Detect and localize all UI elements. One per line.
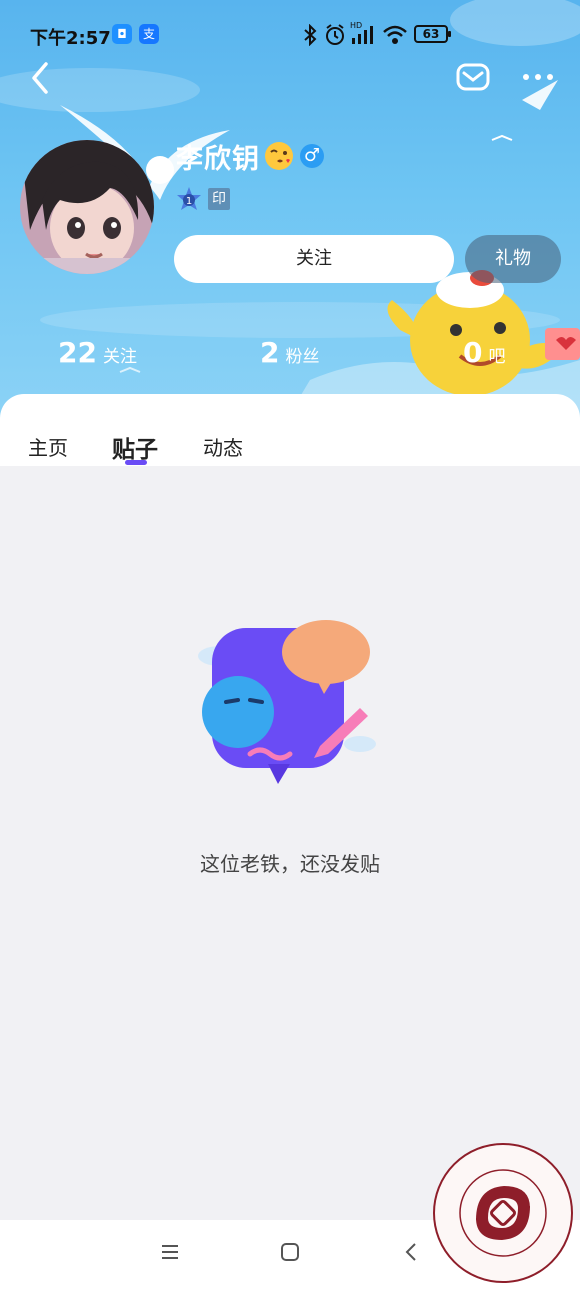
wifi-icon	[383, 25, 407, 44]
following-label: 关注	[102, 347, 137, 367]
bluetooth-icon	[304, 24, 317, 46]
posts-content: 这位老铁，还没发贴	[0, 466, 580, 1220]
stat-forums[interactable]: 0 吧	[463, 336, 505, 376]
back-button[interactable]	[26, 58, 56, 98]
seal-badge[interactable]: 印	[208, 188, 230, 210]
battery-indicator: 63	[414, 25, 451, 43]
tab-activity[interactable]: 动态	[203, 432, 243, 461]
menu-icon[interactable]	[160, 1242, 180, 1262]
forums-label: 吧	[488, 347, 506, 367]
forums-count: 0	[463, 336, 483, 369]
profile-name: 李欣钥	[176, 143, 260, 175]
gift-button[interactable]: 礼物	[465, 235, 561, 283]
status-time: 下午2:57	[30, 28, 111, 49]
signal-icon: HD	[350, 21, 373, 44]
tab-posts[interactable]: 贴子	[112, 430, 158, 464]
home-icon[interactable]	[280, 1242, 300, 1262]
watermark-seal	[433, 1143, 573, 1283]
alarm-icon	[326, 24, 344, 45]
avatar[interactable]	[20, 140, 154, 274]
tab-bar: 主页 贴子 动态	[0, 394, 580, 466]
profile-header: 下午2:57 ◘ 支 HD 63 李欣钥 ♂ 1 印 关注 礼物 22 关注 2…	[0, 0, 580, 430]
mail-button[interactable]	[456, 62, 490, 92]
followers-count: 2	[260, 336, 280, 369]
active-tab-indicator	[125, 460, 147, 465]
follow-button[interactable]: 关注	[174, 235, 454, 283]
network-badge: HD	[350, 21, 362, 30]
following-count: 22	[58, 336, 97, 369]
level-number: 1	[186, 196, 192, 207]
kissing-face-emoji-icon	[265, 142, 293, 170]
male-gender-icon: ♂	[300, 144, 324, 168]
tab-home[interactable]: 主页	[28, 432, 68, 461]
followers-label: 粉丝	[285, 347, 320, 367]
back-nav-icon[interactable]	[402, 1242, 422, 1262]
stat-following[interactable]: 22 关注	[58, 336, 137, 376]
alipay-icon: 支	[139, 24, 159, 44]
more-options-button[interactable]	[520, 62, 556, 92]
badge-row: 1 印	[176, 186, 230, 212]
qq-icon: ◘	[112, 24, 132, 44]
empty-state-message: 这位老铁，还没发贴	[200, 852, 380, 876]
level-badge-icon[interactable]: 1	[176, 186, 202, 212]
status-bar: 下午2:57 ◘ 支 HD 63	[0, 18, 580, 52]
profile-name-row: 李欣钥 ♂	[176, 138, 324, 175]
empty-state-illustration	[198, 620, 376, 784]
stat-followers[interactable]: 2 粉丝	[260, 336, 319, 376]
